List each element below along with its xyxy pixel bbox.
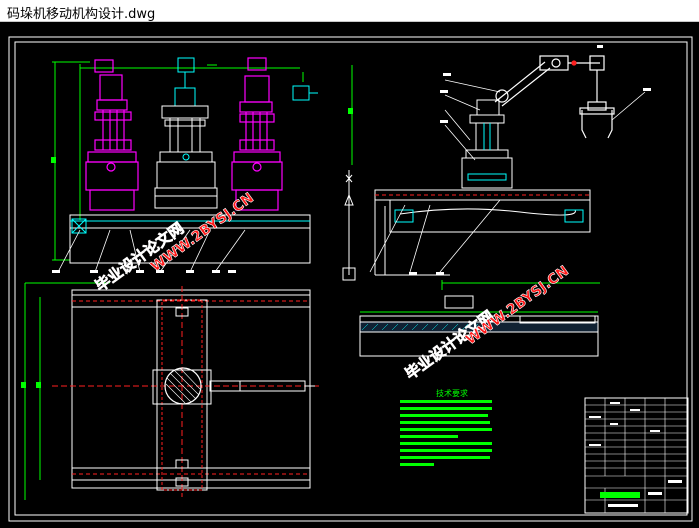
- watermark-4: WWW.2BYSJ.CN: [463, 263, 572, 349]
- svg-text:WWW.2BYSJ.CN: WWW.2BYSJ.CN: [463, 263, 572, 348]
- svg-text:毕业设计论文网: 毕业设计论文网: [402, 307, 498, 383]
- notes-title: 技术要求: [436, 388, 468, 398]
- plan-view: [21, 282, 320, 500]
- window-title: 码垛机移动机构设计.dwg: [7, 7, 156, 22]
- window-title-bar: 码垛机移动机构设计.dwg: [0, 0, 699, 22]
- technical-notes: 技术要求: [400, 388, 492, 466]
- cad-drawing-canvas[interactable]: 技术要求 毕业设计论文网 WWW.2BYSJ.CN 毕业设计论文网 WWW.2B…: [0, 22, 699, 528]
- side-view: [342, 45, 651, 290]
- watermark-3: 毕业设计论文网: [401, 307, 498, 384]
- title-block: [584, 397, 689, 514]
